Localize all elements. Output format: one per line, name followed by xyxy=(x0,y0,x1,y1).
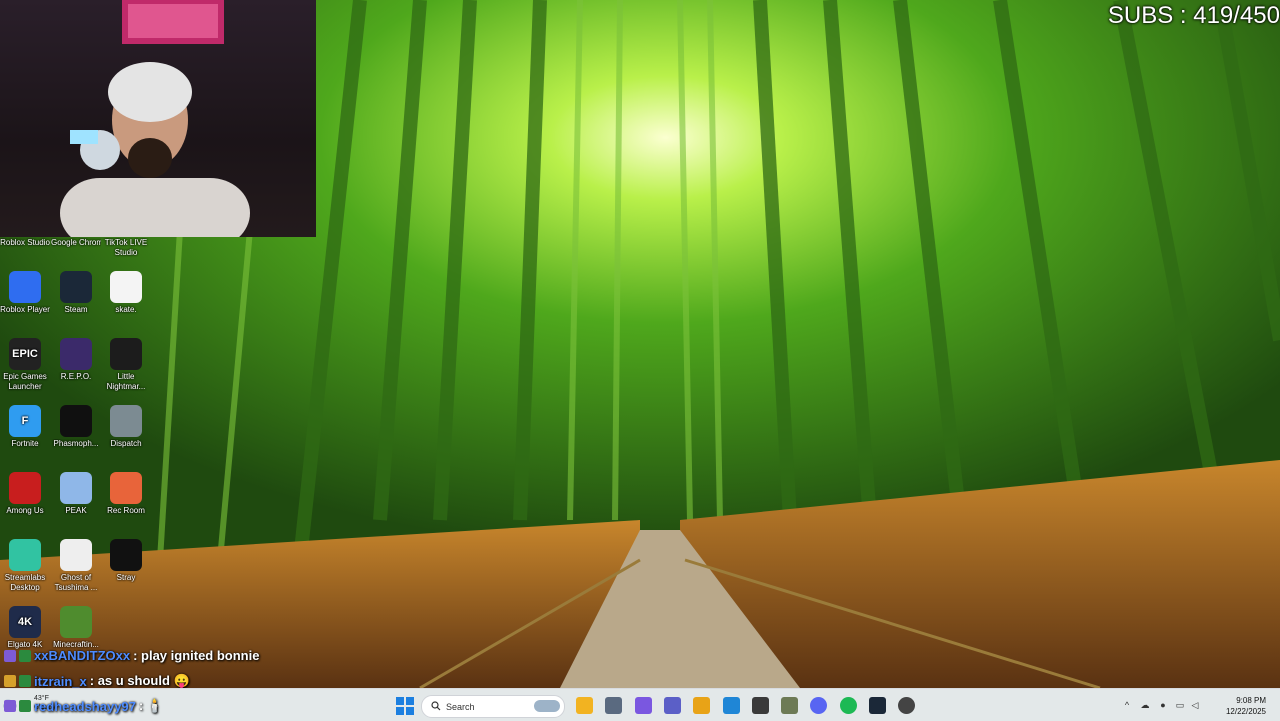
desktop-shortcut[interactable]: Google Chrome xyxy=(51,204,101,248)
clock-time: 9:08 PM xyxy=(1236,696,1266,705)
chat-username: xxBANDITZOxx xyxy=(34,648,131,663)
store-icon[interactable] xyxy=(752,697,769,714)
desktop-shortcut[interactable]: Dispatch xyxy=(101,405,151,449)
desktop-shortcut-label: Among Us xyxy=(6,506,44,515)
desktop-shortcut-label: Stray xyxy=(116,573,136,582)
edge-icon[interactable] xyxy=(723,697,740,714)
epic-games-icon: EPIC xyxy=(9,338,41,370)
desktop-shortcut-label: Phasmoph... xyxy=(53,439,99,448)
desktop-shortcut-label: Dispatch xyxy=(110,439,142,448)
chat-message: itzrain_x : as u should 😛 xyxy=(4,673,190,689)
roblox-player-icon xyxy=(9,271,41,303)
subs-counter: SUBS : 419/450 xyxy=(1107,2,1280,29)
desktop-shortcut-label: Google Chrome xyxy=(51,238,101,247)
peak-icon xyxy=(60,472,92,504)
desktop-shortcut[interactable]: PEAK xyxy=(51,472,101,516)
volume-icon[interactable]: ◁ xyxy=(1190,700,1200,710)
chat-text: : play ignited bonnie xyxy=(133,648,260,663)
desktop-shortcut[interactable]: Minecraftin... xyxy=(51,606,101,650)
ghost-of-tsushima-icon xyxy=(60,539,92,571)
chat-badge-icon xyxy=(19,700,31,712)
steam-taskbar-icon[interactable] xyxy=(869,697,886,714)
desktop-shortcut[interactable]: Ghost of Tsushima ... xyxy=(51,539,101,593)
system-tray: ^ ☁ ● ▭ ◁ 9:08 PM 12/22/2025 xyxy=(1120,689,1280,721)
dispatch-icon xyxy=(110,405,142,437)
chat-text: : 🕯️ xyxy=(138,698,164,713)
minecraft-icon xyxy=(60,606,92,638)
chat-message: xxBANDITZOxx : play ignited bonnie xyxy=(4,648,259,663)
chat-badge-icon xyxy=(4,700,16,712)
chat-username: itzrain_x xyxy=(34,673,87,689)
desktop-shortcut[interactable]: Stray xyxy=(101,539,151,583)
desktop-shortcut[interactable]: Streamlabs Desktop xyxy=(0,539,50,593)
task-view-icon[interactable] xyxy=(605,697,622,714)
desktop-shortcut-label: R.E.P.O. xyxy=(60,372,92,381)
chat-badge-icon xyxy=(4,649,16,662)
app-icon[interactable] xyxy=(781,697,798,714)
search-highlight-icon xyxy=(534,700,560,712)
chat-badge-icon xyxy=(19,675,31,687)
chat-text: : as u should 😛 xyxy=(89,673,190,688)
network-icon[interactable]: ▭ xyxy=(1175,700,1185,710)
cloud-sync-icon[interactable]: ☁ xyxy=(1140,700,1150,710)
desktop-shortcut[interactable]: Little Nightmar... xyxy=(101,338,151,392)
desktop-shortcut[interactable]: Among Us xyxy=(0,472,50,516)
skate-icon xyxy=(110,271,142,303)
stray-icon xyxy=(110,539,142,571)
search-placeholder: Search xyxy=(446,701,475,712)
chat-badge-icon xyxy=(4,675,16,687)
taskbar-clock[interactable]: 9:08 PM 12/22/2025 xyxy=(1226,695,1266,717)
desktop-shortcut-label: Streamlabs Desktop xyxy=(4,573,46,592)
desktop-shortcut-label: Ghost of Tsushima ... xyxy=(54,573,98,592)
desktop-shortcut[interactable]: skate. xyxy=(101,271,151,315)
desktop-shortcut[interactable]: TikTok LIVE Studio xyxy=(101,204,151,258)
desktop-shortcut[interactable]: F Fortnite xyxy=(0,405,50,449)
copilot-icon[interactable] xyxy=(635,697,652,714)
windows-start-icon[interactable] xyxy=(396,697,414,715)
among-us-icon xyxy=(9,472,41,504)
desktop-shortcut-label: Fortnite xyxy=(11,439,39,448)
taskbar: 43°F Cloudy Search ^ ☁ ● ▭ ◁ 9:08 PM 12/… xyxy=(0,688,1280,721)
file-explorer-icon[interactable] xyxy=(576,697,593,714)
desktop-shortcut-label: TikTok LIVE Studio xyxy=(104,238,148,257)
little-nightmares-icon xyxy=(110,338,142,370)
desktop-shortcut-label: Steam xyxy=(64,305,88,314)
chat-message: redheadshayy97 : 🕯️ xyxy=(4,698,163,714)
webcam-overlay xyxy=(0,0,316,237)
obs-icon[interactable] xyxy=(898,697,915,714)
desktop-shortcut[interactable]: Rec Room xyxy=(101,472,151,516)
desktop-shortcut[interactable]: Roblox Studio xyxy=(0,204,50,248)
desktop-shortcut-label: Roblox Studio xyxy=(0,238,50,247)
search-icon xyxy=(431,701,441,711)
desktop-shortcut-label: Epic Games Launcher xyxy=(3,372,47,391)
desktop-shortcut[interactable]: Phasmoph... xyxy=(51,405,101,449)
clock-date: 12/22/2025 xyxy=(1225,707,1266,716)
rec-room-icon xyxy=(110,472,142,504)
desktop-shortcut[interactable]: Steam xyxy=(51,271,101,315)
desktop-shortcut-label: Little Nightmar... xyxy=(106,372,146,391)
teams-icon[interactable] xyxy=(664,697,681,714)
desktop-shortcut[interactable]: R.E.P.O. xyxy=(51,338,101,382)
streamlabs-icon xyxy=(9,539,41,571)
spotify-icon[interactable] xyxy=(840,697,857,714)
steam-icon xyxy=(60,271,92,303)
folder-icon[interactable] xyxy=(693,697,710,714)
repo-icon xyxy=(60,338,92,370)
discord-icon[interactable] xyxy=(810,697,827,714)
elgato-icon: 4K xyxy=(9,606,41,638)
desktop-shortcut-label: Rec Room xyxy=(107,506,145,515)
desktop-shortcut-label: PEAK xyxy=(65,506,87,515)
phasmophobia-icon xyxy=(60,405,92,437)
chat-badge-icon xyxy=(19,649,31,662)
desktop-shortcut-label: Roblox Player xyxy=(0,305,50,314)
taskbar-search-input[interactable]: Search xyxy=(421,695,565,718)
desktop-shortcut[interactable]: Roblox Player xyxy=(0,271,50,315)
fortnite-icon: F xyxy=(9,405,41,437)
desktop-shortcut[interactable]: 4K Elgato 4K xyxy=(0,606,50,650)
desktop-shortcut[interactable]: EPIC Epic Games Launcher xyxy=(0,338,50,392)
microphone-icon[interactable]: ● xyxy=(1158,700,1168,710)
chevron-up-icon[interactable]: ^ xyxy=(1122,700,1132,710)
desktop-shortcut-label: skate. xyxy=(115,305,137,314)
chat-username: redheadshayy97 xyxy=(34,698,136,714)
